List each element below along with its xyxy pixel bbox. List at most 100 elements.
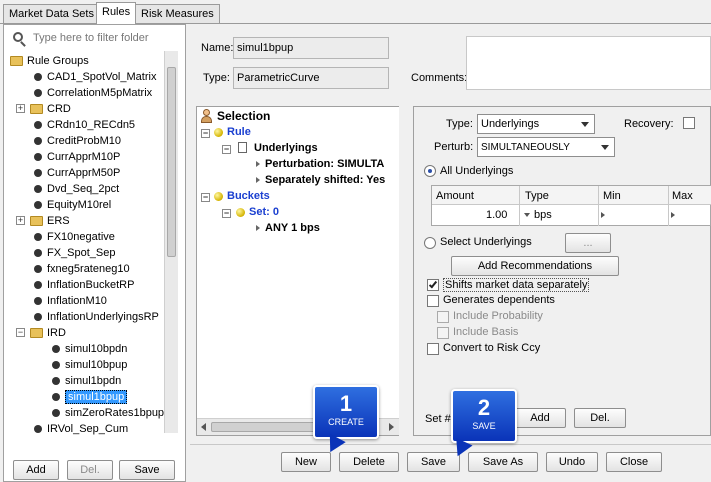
tree-item[interactable]: InflationBucketRP [34, 277, 134, 293]
tree-item[interactable]: simul10bpdn [52, 341, 127, 357]
tree-item-label: simul1bpup [65, 390, 128, 404]
arrow-icon [256, 225, 260, 232]
person-icon [200, 109, 212, 123]
amount-cell[interactable]: 1.00 [486, 209, 507, 221]
tree-item[interactable]: CRdn10_RECdn5 [34, 117, 135, 133]
rule-icon [34, 169, 42, 178]
tree-root[interactable]: Rule Groups [10, 53, 89, 69]
tree-item[interactable]: CreditProbM10 [34, 133, 121, 149]
add-set-button[interactable]: Add [514, 408, 566, 428]
col-type-header[interactable]: Type [525, 190, 549, 202]
tree-scroll-thumb[interactable] [167, 67, 176, 257]
tree-item-label: CRD [47, 103, 71, 115]
create-callout: 1 CREATE [313, 385, 379, 439]
select-underlyings-label: Select Underlyings [440, 236, 532, 248]
save-group-button[interactable]: Save [119, 460, 175, 480]
rule-groups-tree: Rule Groups CAD1_SpotVol_Matrix Correlati… [4, 51, 164, 437]
all-underlyings-radio[interactable] [424, 165, 436, 177]
col-max-header[interactable]: Max [672, 190, 693, 202]
save-button[interactable]: Save [407, 452, 460, 472]
tree-item-label: CreditProbM10 [47, 135, 121, 147]
tree-item[interactable]: CurrApprM50P [34, 165, 120, 181]
rule-node[interactable]: Rule [214, 124, 251, 140]
undo-button[interactable]: Undo [546, 452, 598, 472]
select-underlyings-radio[interactable] [424, 237, 436, 249]
type-cell[interactable]: bps [534, 209, 552, 221]
search-input[interactable]: Type here to filter folder [33, 32, 149, 44]
tab-risk-measures[interactable]: Risk Measures [135, 4, 220, 24]
rule-icon [52, 361, 60, 370]
add-recommendations-button[interactable]: Add Recommendations [451, 256, 619, 276]
tree-item[interactable]: CorrelationM5pMatrix [34, 85, 152, 101]
type-field[interactable]: ParametricCurve [233, 67, 389, 89]
separately-label: Separately shifted: Yes [265, 174, 386, 186]
set-node[interactable]: Set: 0 [236, 204, 279, 220]
new-button[interactable]: New [281, 452, 331, 472]
col-min-header[interactable]: Min [603, 190, 621, 202]
rule-tree-vscrollbar[interactable] [399, 106, 405, 436]
select-underlyings-button[interactable]: ... [565, 233, 611, 253]
save-as-button[interactable]: Save As [468, 452, 538, 472]
include-basis-checkbox[interactable] [437, 327, 449, 339]
convert-checkbox[interactable] [427, 343, 439, 355]
tree-item[interactable]: simZeroRates1bpup [52, 405, 164, 421]
details-type-select[interactable]: Underlyings [477, 114, 595, 134]
tree-item[interactable]: simul10bpup [52, 357, 127, 373]
tree-item-label: InflationUnderlyingsRP [47, 311, 159, 323]
comments-field[interactable] [466, 36, 711, 90]
filter-box[interactable]: Type here to filter folder [6, 28, 182, 48]
include-probability-checkbox[interactable] [437, 311, 449, 323]
tree-item[interactable]: EquityM10rel [34, 197, 111, 213]
tree-item[interactable]: Dvd_Seq_2pct [34, 181, 119, 197]
tree-item[interactable]: CAD1_SpotVol_Matrix [34, 69, 156, 85]
tree-item[interactable]: IRVol_Sep_Cum [34, 421, 128, 437]
buckets-node[interactable]: Buckets [214, 188, 270, 204]
selection-node[interactable]: Selection [200, 108, 270, 124]
tree-item[interactable]: CurrApprM10P [34, 149, 120, 165]
include-probability-label: Include Probability [453, 310, 543, 322]
arrow-icon [256, 177, 260, 184]
recovery-checkbox[interactable] [683, 117, 695, 129]
add-group-button[interactable]: Add [13, 460, 59, 480]
tree-item[interactable]: simul1bpdn [52, 373, 121, 389]
tree-item[interactable]: FX_Spot_Sep [34, 245, 116, 261]
tree-item[interactable]: InflationM10 [34, 293, 107, 309]
scroll-right-icon[interactable] [389, 423, 394, 431]
collapse-underlyings-toggle[interactable]: − [222, 145, 231, 154]
underlyings-node[interactable]: Underlyings [238, 140, 318, 156]
tree-item[interactable]: InflationUnderlyingsRP [34, 309, 159, 325]
collapse-rule-toggle[interactable]: − [201, 129, 210, 138]
tab-rules[interactable]: Rules [96, 2, 137, 24]
buckets-label: Buckets [227, 190, 270, 202]
collapse-buckets-toggle[interactable]: − [201, 193, 210, 202]
scroll-left-icon[interactable] [201, 423, 206, 431]
tree-scrollbar[interactable] [164, 51, 178, 433]
expand-toggle-icon[interactable]: + [16, 216, 25, 225]
perturb-select[interactable]: SIMULTANEOUSLY [477, 137, 615, 157]
tree-item-label: CurrApprM50P [47, 167, 121, 179]
expand-toggle-icon[interactable]: − [16, 328, 25, 337]
tree-item[interactable]: − IRD [16, 325, 66, 341]
tree-item[interactable]: FX10negative [34, 229, 115, 245]
tree-item[interactable]: simul1bpup [52, 389, 128, 405]
tab-market-data-sets[interactable]: Market Data Sets [3, 4, 100, 24]
delete-set-button[interactable]: Del. [574, 408, 626, 428]
tree-item[interactable]: fxneg5rateneg10 [34, 261, 130, 277]
col-divider [519, 186, 520, 226]
generates-checkbox[interactable] [427, 295, 439, 307]
close-button[interactable]: Close [606, 452, 662, 472]
shifts-checkbox[interactable] [427, 279, 439, 291]
generates-label: Generates dependents [443, 294, 555, 306]
set-node-icon [236, 207, 245, 217]
expand-toggle-icon[interactable]: + [16, 104, 25, 113]
delete-button[interactable]: Delete [339, 452, 399, 472]
tree-item[interactable]: + ERS [16, 213, 70, 229]
search-icon-handle [20, 41, 26, 47]
delete-group-button[interactable]: Del. [67, 460, 113, 480]
col-amount-header[interactable]: Amount [436, 190, 474, 202]
recovery-label: Recovery: [624, 118, 674, 130]
name-field[interactable]: simul1bpup [233, 37, 389, 59]
collapse-set-toggle[interactable]: − [222, 209, 231, 218]
tree-item[interactable]: + CRD [16, 101, 71, 117]
tree-item-label: CAD1_SpotVol_Matrix [47, 71, 157, 83]
